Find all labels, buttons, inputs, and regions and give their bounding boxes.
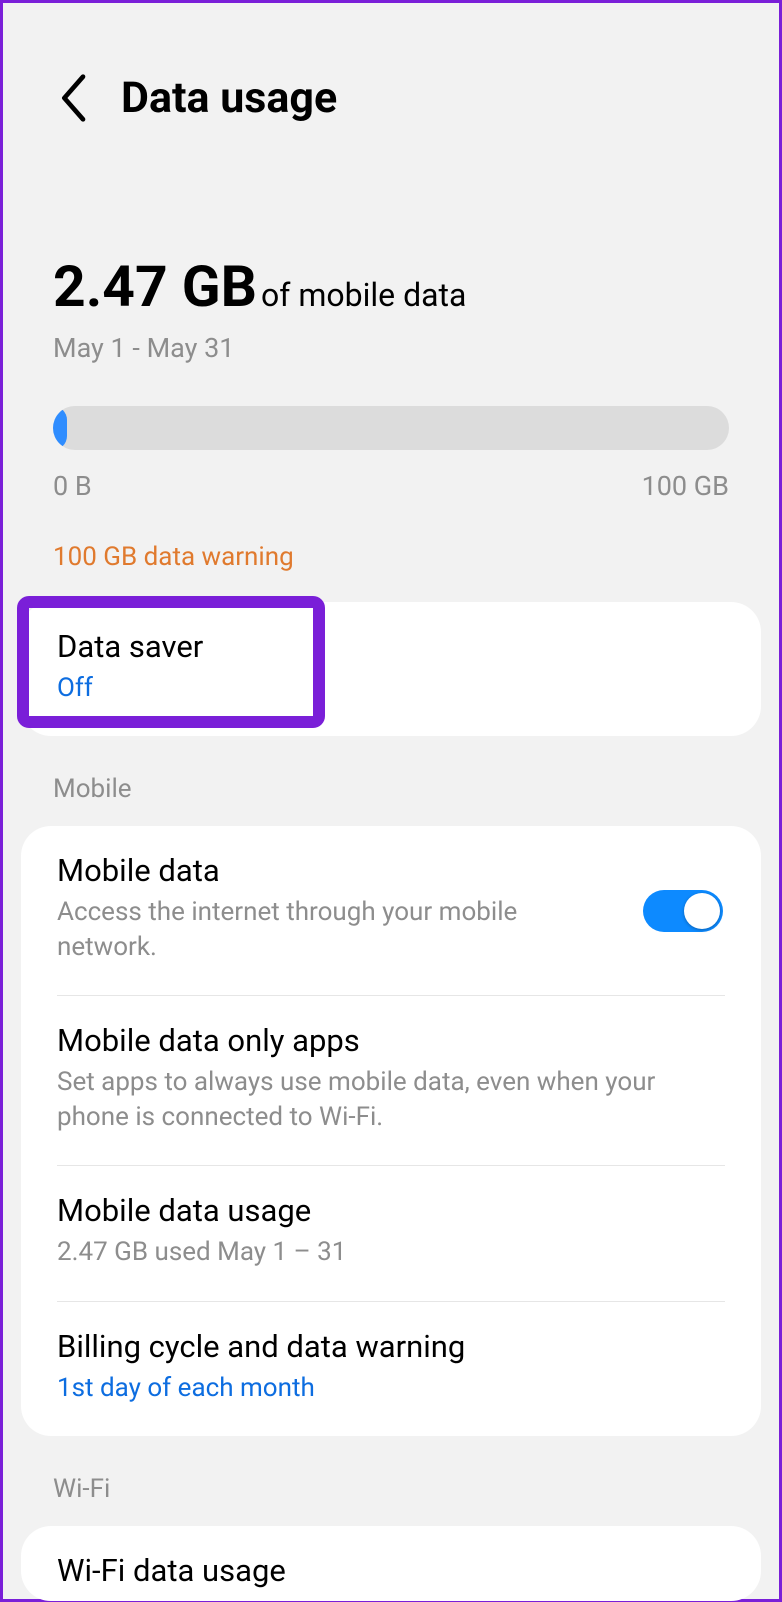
- mobile-usage-title: Mobile data usage: [57, 1192, 725, 1229]
- mobile-data-row[interactable]: Mobile data Access the internet through …: [21, 826, 761, 995]
- mobile-usage-row[interactable]: Mobile data usage 2.47 GB used May 1 – 3…: [21, 1166, 761, 1300]
- section-label-wifi: Wi-Fi: [3, 1436, 779, 1526]
- progress-scale: 0 B 100 GB: [53, 470, 729, 502]
- scale-max: 100 GB: [642, 470, 729, 502]
- usage-period: May 1 - May 31: [53, 332, 729, 364]
- billing-cycle-desc: 1st day of each month: [57, 1371, 725, 1406]
- mobile-only-apps-title: Mobile data only apps: [57, 1022, 725, 1059]
- page-title: Data usage: [121, 73, 337, 123]
- data-saver-card: Data saver Off: [21, 602, 761, 736]
- billing-cycle-row[interactable]: Billing cycle and data warning 1st day o…: [21, 1302, 761, 1436]
- header: Data usage: [3, 3, 779, 123]
- mobile-only-apps-desc: Set apps to always use mobile data, even…: [57, 1065, 725, 1135]
- billing-cycle-title: Billing cycle and data warning: [57, 1328, 725, 1365]
- section-label-mobile: Mobile: [3, 736, 779, 826]
- mobile-usage-desc: 2.47 GB used May 1 – 31: [57, 1235, 725, 1270]
- usage-summary: 2.47 GB of mobile data May 1 - May 31: [3, 123, 779, 364]
- mobile-only-apps-row[interactable]: Mobile data only apps Set apps to always…: [21, 996, 761, 1165]
- mobile-data-toggle[interactable]: [643, 890, 723, 932]
- wifi-usage-title: Wi-Fi data usage: [57, 1552, 725, 1589]
- toggle-knob: [684, 893, 720, 929]
- mobile-card: Mobile data Access the internet through …: [21, 826, 761, 1436]
- data-warning-text: 100 GB data warning: [3, 502, 779, 602]
- usage-suffix: of mobile data: [261, 276, 466, 314]
- progress-fill: [53, 406, 67, 450]
- progress-bar[interactable]: [53, 406, 729, 450]
- back-icon[interactable]: [59, 74, 91, 122]
- wifi-usage-row[interactable]: Wi-Fi data usage: [21, 1526, 761, 1601]
- mobile-data-desc: Access the internet through your mobile …: [57, 895, 725, 965]
- data-saver-status: Off: [57, 671, 725, 706]
- data-saver-title: Data saver: [57, 628, 725, 665]
- mobile-data-title: Mobile data: [57, 852, 725, 889]
- data-saver-row[interactable]: Data saver Off: [21, 602, 761, 736]
- usage-amount: 2.47 GB: [53, 253, 257, 320]
- scale-min: 0 B: [53, 470, 92, 502]
- usage-progress: 0 B 100 GB: [3, 364, 779, 502]
- wifi-card: Wi-Fi data usage: [21, 1526, 761, 1601]
